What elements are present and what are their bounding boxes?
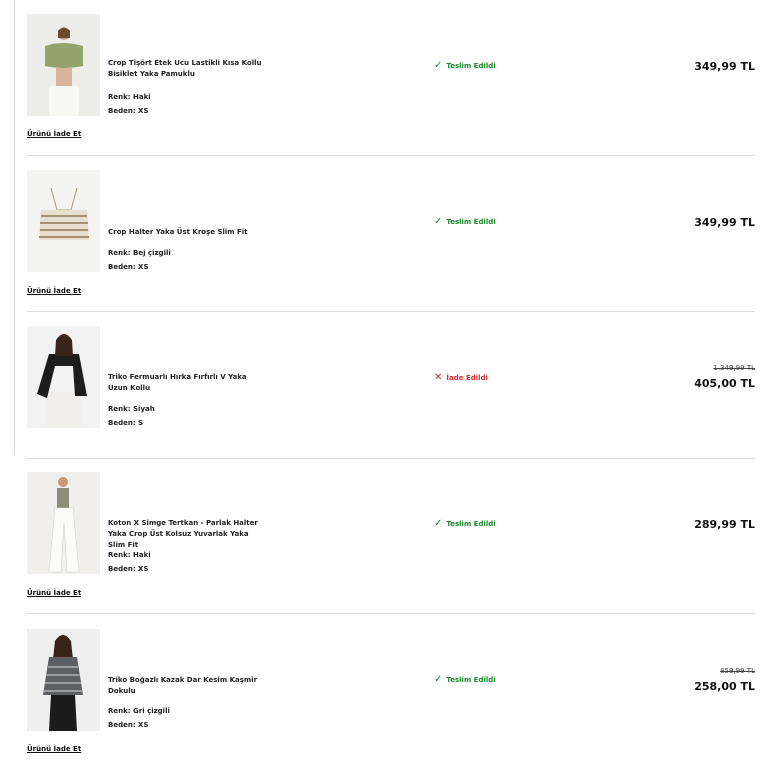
check-icon: ✓ [434, 674, 443, 685]
status-badge: ✓ Teslim Edildi [434, 216, 496, 227]
cross-icon: ✕ [434, 372, 443, 383]
product-title[interactable]: Crop Tişört Etek Ucu Lastikli Kısa Kollu… [108, 58, 268, 80]
status-label: Teslim Edildi [446, 217, 496, 226]
product-size: Beden: XS [108, 107, 149, 115]
product-size: Beden: XS [108, 565, 149, 573]
product-image[interactable] [27, 14, 100, 116]
status-label: Teslim Edildi [446, 675, 496, 684]
check-icon: ✓ [434, 60, 443, 71]
product-color: Renk: Bej çizgili [108, 249, 171, 257]
price: 289,99 TL [694, 518, 755, 531]
divider [27, 613, 755, 614]
product-size: Beden: S [108, 419, 144, 427]
product-color: Renk: Haki [108, 551, 151, 559]
status-label: İade Edildi [446, 373, 488, 382]
product-image[interactable] [27, 472, 100, 574]
status-badge: ✕ İade Edildi [434, 372, 488, 383]
product-color: Renk: Siyah [108, 405, 155, 413]
product-title[interactable]: Triko Fermuarlı Hırka Fırfırlı V Yaka Uz… [108, 372, 268, 394]
product-title[interactable]: Triko Boğazlı Kazak Dar Kesim Kaşmir Dok… [108, 675, 268, 697]
product-color: Renk: Gri çizgili [108, 707, 170, 715]
product-image[interactable] [27, 326, 100, 428]
return-item-link[interactable]: Ürünü İade Et [27, 745, 81, 753]
panel-left-border [14, 0, 15, 455]
status-badge: ✓ Teslim Edildi [434, 60, 496, 71]
check-icon: ✓ [434, 518, 443, 529]
price: 405,00 TL [694, 377, 755, 390]
divider [27, 458, 755, 459]
divider [27, 155, 755, 156]
status-badge: ✓ Teslim Edildi [434, 674, 496, 685]
status-label: Teslim Edildi [446, 61, 496, 70]
return-item-link[interactable]: Ürünü İade Et [27, 130, 81, 138]
status-label: Teslim Edildi [446, 519, 496, 528]
product-title[interactable]: Crop Halter Yaka Üst Kroşe Slim Fit [108, 227, 268, 238]
product-image[interactable] [27, 170, 100, 272]
check-icon: ✓ [434, 216, 443, 227]
original-price: 1.349,99 TL [713, 364, 755, 372]
product-title[interactable]: Koton X Simge Tertkan - Parlak Halter Ya… [108, 518, 268, 551]
product-image[interactable] [27, 629, 100, 731]
return-item-link[interactable]: Ürünü İade Et [27, 287, 81, 295]
return-item-link[interactable]: Ürünü İade Et [27, 589, 81, 597]
status-badge: ✓ Teslim Edildi [434, 518, 496, 529]
price: 349,99 TL [694, 216, 755, 229]
price: 349,99 TL [694, 60, 755, 73]
original-price: 859,99 TL [720, 667, 755, 675]
divider [27, 311, 755, 312]
product-color: Renk: Haki [108, 93, 151, 101]
product-size: Beden: XS [108, 721, 149, 729]
price: 258,00 TL [694, 680, 755, 693]
product-size: Beden: XS [108, 263, 149, 271]
